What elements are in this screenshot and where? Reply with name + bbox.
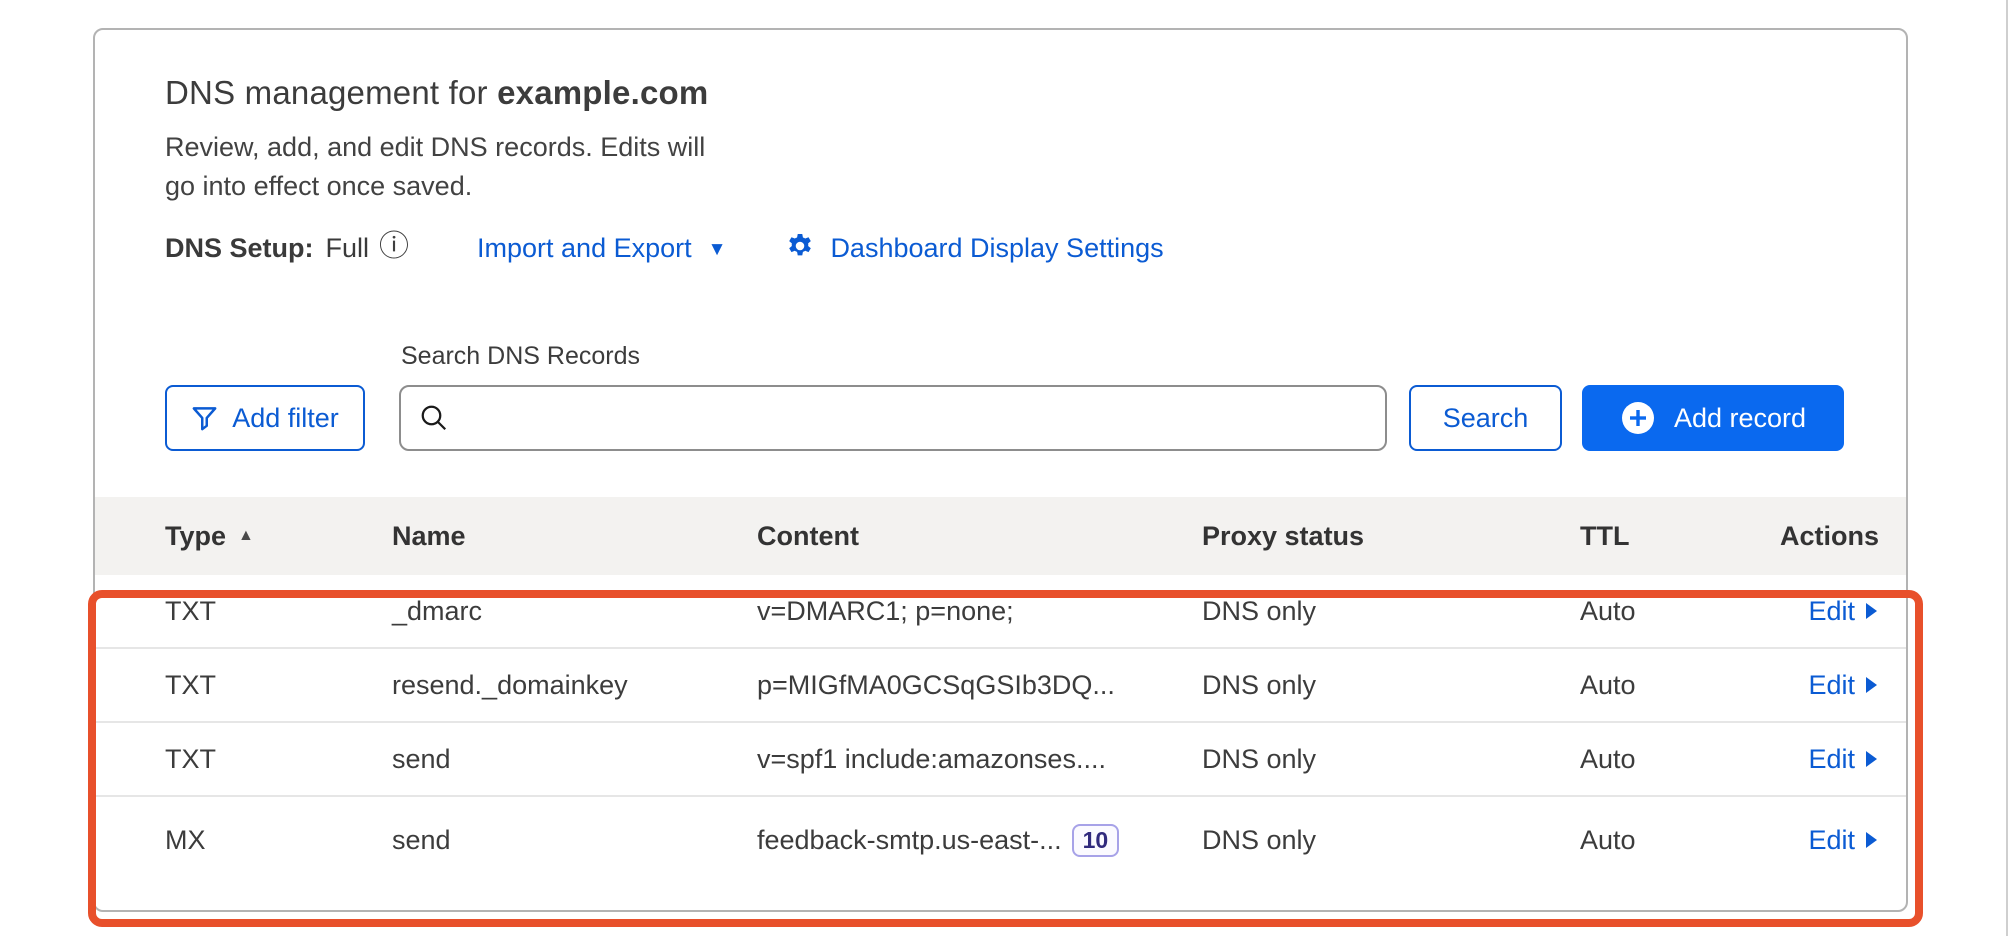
edit-label: Edit bbox=[1808, 825, 1855, 856]
column-header-type-label: Type bbox=[165, 521, 226, 552]
dashboard-display-settings-link[interactable]: Dashboard Display Settings bbox=[784, 232, 1163, 264]
cell-actions: Edit bbox=[1780, 825, 1878, 856]
column-header-actions: Actions bbox=[1780, 521, 1879, 552]
add-filter-label: Add filter bbox=[232, 403, 339, 434]
column-header-ttl[interactable]: TTL bbox=[1580, 521, 1780, 552]
table-header-row: Type ▲ Name Content Proxy status TTL Act… bbox=[95, 497, 1906, 575]
cell-proxy-status: DNS only bbox=[1202, 825, 1580, 856]
cell-ttl: Auto bbox=[1580, 596, 1780, 627]
cell-content: v=DMARC1; p=none; bbox=[757, 596, 1202, 627]
search-group: Search DNS Records bbox=[399, 342, 1387, 451]
search-input[interactable] bbox=[399, 385, 1387, 451]
add-filter-button[interactable]: Add filter bbox=[165, 385, 365, 451]
cell-name: send bbox=[392, 825, 757, 856]
cell-type: TXT bbox=[165, 596, 392, 627]
add-record-button[interactable]: Add record bbox=[1582, 385, 1844, 451]
search-icon bbox=[419, 403, 449, 433]
dns-records-table: Type ▲ Name Content Proxy status TTL Act… bbox=[95, 497, 1906, 883]
filter-funnel-icon bbox=[191, 405, 218, 432]
cell-actions: Edit bbox=[1780, 596, 1878, 627]
record-content-text: v=spf1 include:amazonses.... bbox=[757, 744, 1106, 775]
info-icon[interactable]: ⓘ bbox=[379, 232, 409, 262]
plus-circle-icon bbox=[1620, 400, 1656, 436]
page-subtitle-line1: Review, add, and edit DNS records. Edits… bbox=[165, 128, 1844, 167]
table-row: MX send feedback-smtp.us-east-... 10 DNS… bbox=[95, 797, 1906, 883]
record-content-text: feedback-smtp.us-east-... bbox=[757, 825, 1062, 856]
table-row: TXT send v=spf1 include:amazonses.... DN… bbox=[95, 723, 1906, 797]
chevron-right-icon bbox=[1865, 602, 1878, 620]
cell-proxy-status: DNS only bbox=[1202, 670, 1580, 701]
cell-type: TXT bbox=[165, 744, 392, 775]
search-box bbox=[399, 385, 1387, 451]
cell-content: v=spf1 include:amazonses.... bbox=[757, 744, 1202, 775]
priority-badge: 10 bbox=[1072, 824, 1120, 857]
search-label: Search DNS Records bbox=[401, 342, 1387, 371]
cell-name: send bbox=[392, 744, 757, 775]
cell-name: resend._domainkey bbox=[392, 670, 757, 701]
cell-actions: Edit bbox=[1780, 670, 1878, 701]
cell-content: p=MIGfMA0GCSqGSIb3DQ... bbox=[757, 670, 1202, 701]
page-subtitle-line2: go into effect once saved. bbox=[165, 167, 1844, 206]
dns-setup-row: DNS Setup: Full ⓘ Import and Export ▼ Da… bbox=[165, 232, 1844, 264]
page-right-edge-divider bbox=[2006, 0, 2008, 936]
dns-management-card: DNS management for example.com Review, a… bbox=[93, 28, 1908, 912]
import-export-label: Import and Export bbox=[477, 233, 692, 264]
edit-label: Edit bbox=[1808, 744, 1855, 775]
record-content-text: p=MIGfMA0GCSqGSIb3DQ... bbox=[757, 670, 1115, 701]
chevron-right-icon bbox=[1865, 750, 1878, 768]
gear-icon bbox=[784, 232, 816, 264]
cell-ttl: Auto bbox=[1580, 670, 1780, 701]
table-row: TXT resend._domainkey p=MIGfMA0GCSqGSIb3… bbox=[95, 649, 1906, 723]
edit-record-button[interactable]: Edit bbox=[1808, 596, 1878, 627]
dashboard-display-settings-label: Dashboard Display Settings bbox=[830, 233, 1163, 264]
page-subtitle: Review, add, and edit DNS records. Edits… bbox=[165, 128, 1844, 206]
chevron-right-icon bbox=[1865, 676, 1878, 694]
cell-ttl: Auto bbox=[1580, 825, 1780, 856]
card-header: DNS management for example.com Review, a… bbox=[95, 30, 1906, 264]
cell-type: MX bbox=[165, 825, 392, 856]
page-title-domain: example.com bbox=[497, 74, 708, 111]
record-content-text: v=DMARC1; p=none; bbox=[757, 596, 1014, 627]
cell-actions: Edit bbox=[1780, 744, 1878, 775]
add-record-label: Add record bbox=[1674, 403, 1806, 434]
column-header-content[interactable]: Content bbox=[757, 521, 1202, 552]
edit-record-button[interactable]: Edit bbox=[1808, 825, 1878, 856]
dns-management-screen: DNS management for example.com Review, a… bbox=[0, 0, 2012, 936]
cell-proxy-status: DNS only bbox=[1202, 596, 1580, 627]
import-export-link[interactable]: Import and Export ▼ bbox=[477, 233, 726, 264]
cell-proxy-status: DNS only bbox=[1202, 744, 1580, 775]
cell-type: TXT bbox=[165, 670, 392, 701]
search-button[interactable]: Search bbox=[1409, 385, 1562, 451]
dns-setup-value: Full bbox=[326, 233, 370, 264]
page-title-prefix: DNS management for bbox=[165, 74, 497, 111]
edit-record-button[interactable]: Edit bbox=[1808, 744, 1878, 775]
dns-setup-label: DNS Setup: bbox=[165, 233, 314, 264]
chevron-down-icon: ▼ bbox=[708, 239, 727, 261]
sort-ascending-icon: ▲ bbox=[238, 527, 254, 545]
edit-record-button[interactable]: Edit bbox=[1808, 670, 1878, 701]
page-title: DNS management for example.com bbox=[165, 74, 1844, 112]
cell-content: feedback-smtp.us-east-... 10 bbox=[757, 824, 1202, 857]
table-row: TXT _dmarc v=DMARC1; p=none; DNS only Au… bbox=[95, 575, 1906, 649]
edit-label: Edit bbox=[1808, 596, 1855, 627]
edit-label: Edit bbox=[1808, 670, 1855, 701]
column-header-proxy-status[interactable]: Proxy status bbox=[1202, 521, 1580, 552]
column-header-name[interactable]: Name bbox=[392, 521, 757, 552]
cell-ttl: Auto bbox=[1580, 744, 1780, 775]
cell-name: _dmarc bbox=[392, 596, 757, 627]
search-button-label: Search bbox=[1443, 403, 1529, 434]
toolbar: Add filter Search DNS Records Search bbox=[95, 342, 1906, 451]
chevron-right-icon bbox=[1865, 831, 1878, 849]
column-header-type[interactable]: Type ▲ bbox=[165, 521, 392, 552]
